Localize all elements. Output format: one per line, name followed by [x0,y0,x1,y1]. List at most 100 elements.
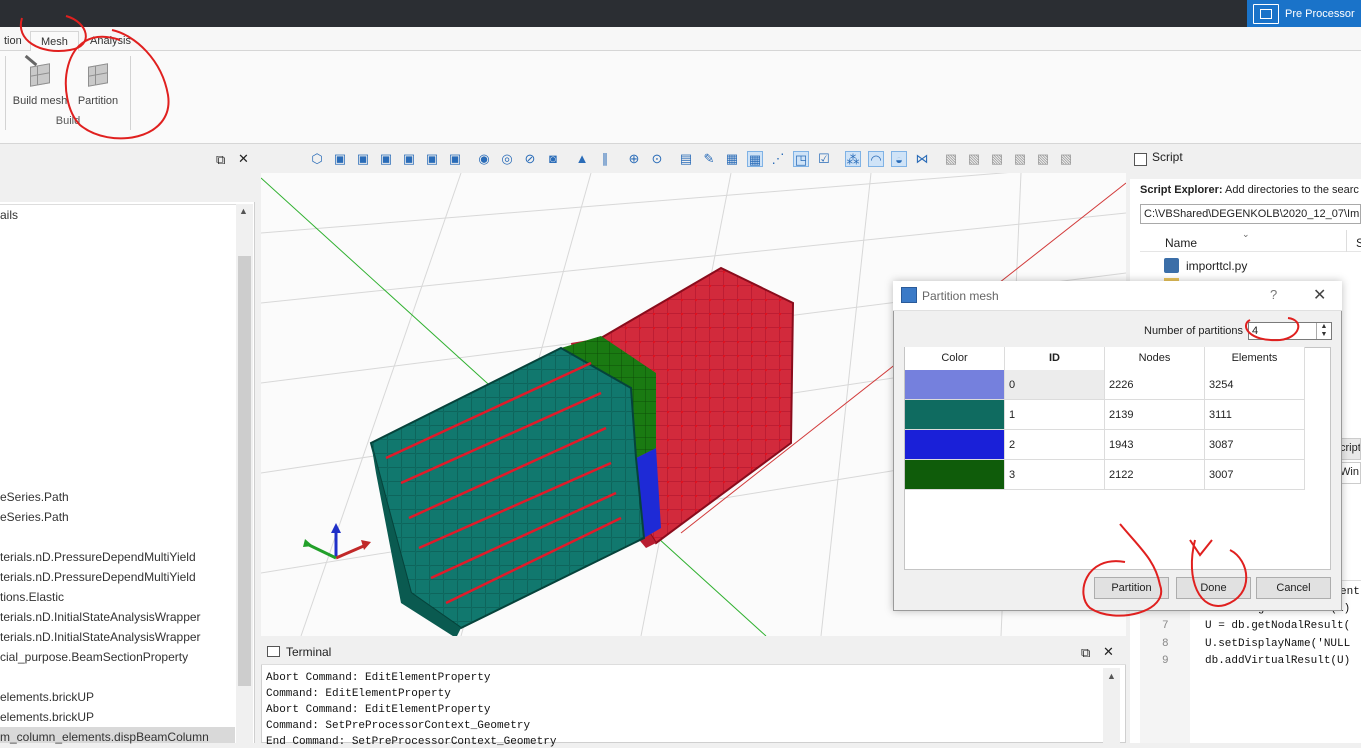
select-elements-icon[interactable]: ⋈ [914,151,930,167]
float-icon[interactable]: ⧉ [1081,645,1090,661]
perspective-icon[interactable]: ▲ [574,151,590,167]
tree-item[interactable]: terials.nD.PressureDependMultiYield [0,570,196,584]
help-button[interactable]: ? [1270,287,1277,302]
view-left-icon[interactable]: ▣ [378,151,394,167]
tool-b-icon[interactable]: ▧ [966,151,982,167]
view-top-icon[interactable]: ▣ [424,151,440,167]
select-box-icon[interactable]: ◳ [793,151,809,167]
file-item[interactable]: importtcl.py [1186,259,1247,273]
partition-icon [84,61,112,89]
code-line: db.addVirtualResult(U) [1205,655,1351,667]
partition-button[interactable]: Partition [70,59,126,107]
dialog-app-icon [901,287,917,303]
tab-analysis[interactable]: Analysis [80,31,141,51]
close-icon[interactable]: ✕ [1103,644,1114,660]
view-bottom-icon[interactable]: ▣ [447,151,463,167]
pre-processor-button[interactable]: Pre Processor [1247,0,1361,27]
tab-mesh[interactable]: Mesh [30,31,79,51]
num-partitions-spinner[interactable]: ▲ ▼ [1316,323,1331,339]
select-check-icon[interactable]: ☑ [816,151,832,167]
partition-label: Partition [77,95,119,107]
view-back-icon[interactable]: ▣ [355,151,371,167]
script-title: Script [1152,150,1183,164]
code-line: ent [1340,586,1360,598]
partition-nodes: 2226 [1105,370,1205,400]
tree-item[interactable]: terials.nD.PressureDependMultiYield [0,550,196,564]
ribbon-separator [5,56,6,130]
tree-item[interactable]: terials.nD.InitialStateAnalysisWrapper [0,630,201,644]
zoom-fit-icon[interactable]: ⊕ [626,151,642,167]
col-name[interactable]: Name [1165,236,1197,250]
col-s[interactable]: S [1356,236,1361,250]
tree-header: ails [0,208,19,222]
tree-item[interactable]: cial_purpose.BeamSectionProperty [0,650,188,664]
partition-dialog-button[interactable]: Partition [1094,577,1169,599]
partition-elements: 3111 [1205,400,1305,430]
select-faces-icon[interactable]: ◒ [891,151,907,167]
dialog-title: Partition mesh [922,289,999,303]
col-color: Color [905,347,1005,371]
pre-processor-label: Pre Processor [1285,7,1355,20]
show-all-icon[interactable]: ◉ [476,151,492,167]
done-button[interactable]: Done [1176,577,1251,599]
terminal-scrollbar[interactable]: ▲ [1103,668,1120,743]
col-nodes: Nodes [1105,347,1205,371]
file-tree-header: Name ⌄ S [1140,229,1361,252]
mesh-grid-icon[interactable]: ▦ [747,151,763,167]
display-icon[interactable]: ▤ [678,151,694,167]
tool-a-icon[interactable]: ▧ [943,151,959,167]
partition-id: 1 [1005,400,1105,430]
title-bar [0,0,1361,27]
parallel-icon[interactable]: ∥ [597,151,613,167]
camera-icon[interactable]: ◙ [545,151,561,167]
zoom-icon[interactable]: ⊙ [649,151,665,167]
ribbon-separator [130,56,131,130]
script-path-field[interactable]: C:\VBShared\DEGENKOLB\2020_12_07\Impor [1140,204,1361,224]
partition-nodes: 1943 [1105,430,1205,460]
select-edges-icon[interactable]: ◠ [868,151,884,167]
build-mesh-button[interactable]: Build mesh [12,54,68,107]
partition-elements: 3007 [1205,460,1305,490]
view-front-icon[interactable]: ▣ [332,151,348,167]
eye-icon[interactable]: ◎ [499,151,515,167]
tree-item[interactable]: eSeries.Path [0,510,69,524]
tree-item-selected[interactable]: m_column_elements.dispBeamColumn [0,730,209,744]
script-explorer-hint: Add directories to the searc [1224,184,1359,196]
brush-icon[interactable]: ✎ [701,151,717,167]
partition-id: 3 [1005,460,1105,490]
script-icon [1134,153,1147,166]
select-nodes-icon[interactable]: ⁂ [845,151,861,167]
axes-icon[interactable]: ⋰ [770,151,786,167]
hide-icon[interactable]: ⊘ [522,151,538,167]
float-icon[interactable]: ⧉ [216,152,225,168]
view-iso-icon[interactable]: ⬡ [309,151,325,167]
script-explorer-label: Script Explorer: Add directories to the … [1140,184,1359,196]
partition-color-swatch [905,400,1005,430]
python-file-icon [1164,258,1179,273]
left-scrollbar[interactable]: ▲ [236,204,253,743]
tool-f-icon[interactable]: ▧ [1058,151,1074,167]
tool-e-icon[interactable]: ▧ [1035,151,1051,167]
partition-id: 0 [1005,370,1105,400]
partition-elements: 3087 [1205,430,1305,460]
pre-processor-icon [1253,3,1279,24]
tree-item[interactable]: tions.Elastic [0,590,64,604]
tool-d-icon[interactable]: ▧ [1012,151,1028,167]
dialog-close-button[interactable]: ✕ [1313,285,1326,305]
tree-item[interactable]: terials.nD.InitialStateAnalysisWrapper [0,610,201,624]
col-elements: Elements [1205,347,1305,371]
close-icon[interactable]: ✕ [238,151,249,167]
build-mesh-label: Build mesh [12,95,68,107]
tree-item[interactable]: elements.brickUP [0,710,94,724]
tree-item[interactable]: elements.brickUP [0,690,94,704]
grid-icon[interactable]: ▦ [724,151,740,167]
cancel-button[interactable]: Cancel [1256,577,1331,599]
script-panel-header: Script [1130,147,1361,179]
num-partitions-label: Number of partitions [1144,325,1244,337]
view-right-icon[interactable]: ▣ [401,151,417,167]
tree-item[interactable]: eSeries.Path [0,490,69,504]
tab-geometry[interactable]: tion [0,31,32,51]
partition-color-swatch [905,460,1005,490]
tool-c-icon[interactable]: ▧ [989,151,1005,167]
col-id: ID [1005,347,1105,371]
